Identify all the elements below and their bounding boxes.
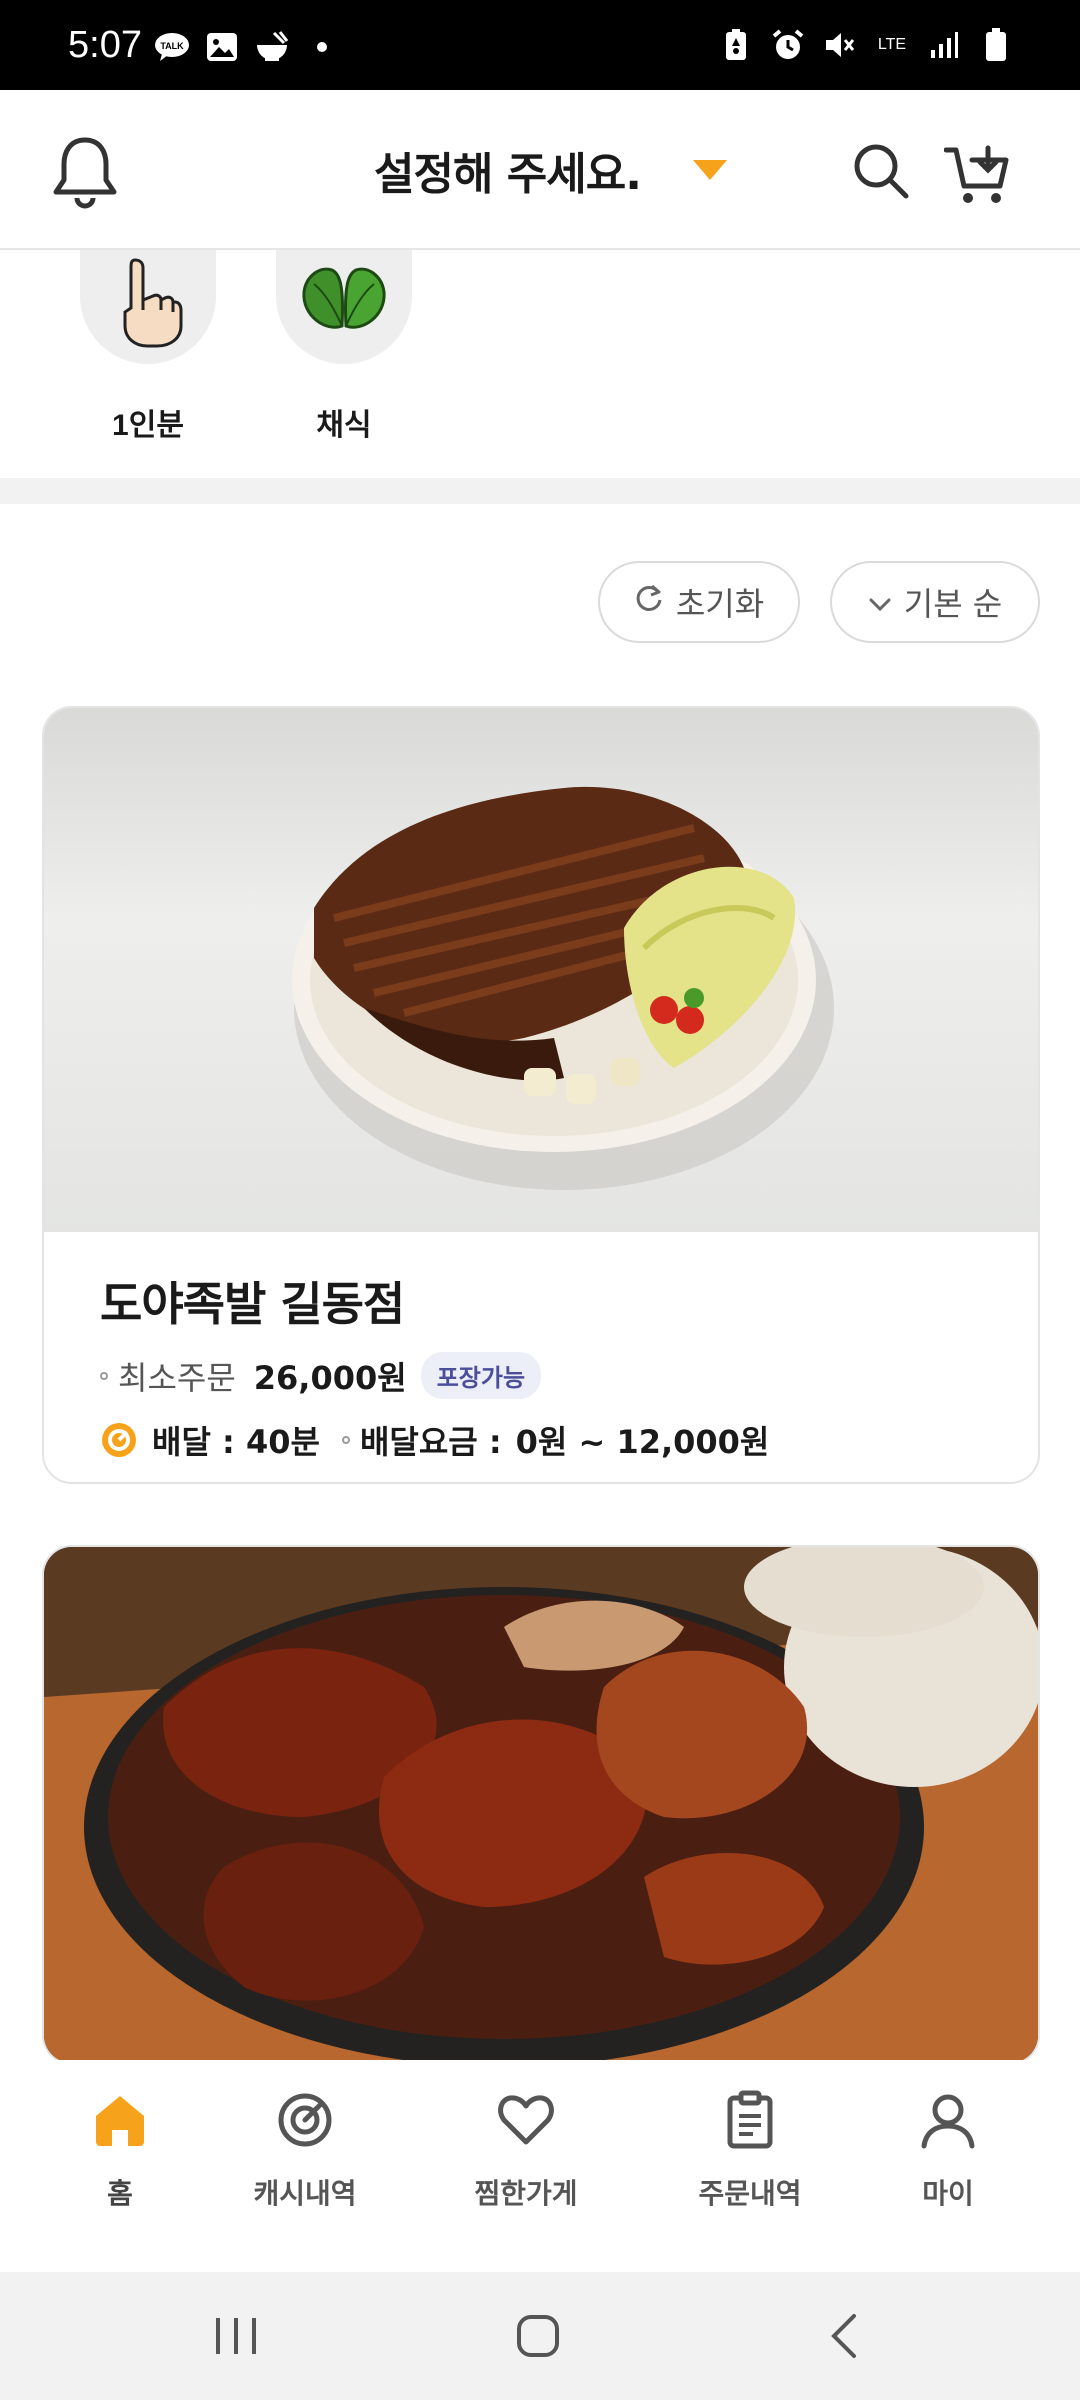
location-prompt: 설정해 주세요. [374,149,642,200]
cart-icon[interactable] [943,144,1010,206]
takeout-badge: 포장가능 [420,1352,542,1399]
category-1-serving[interactable]: 1인분 [78,250,218,444]
category-vegetarian[interactable]: 채식 [274,250,414,444]
back-icon[interactable] [820,2310,868,2362]
delivery-fee-label: 배달요금 : [359,1423,502,1461]
category-label: 채식 [316,409,372,442]
nav-label: 캐시내역 [253,2177,357,2210]
location-selector[interactable]: 설정해 주세요. [374,140,727,200]
gallery-icon [204,30,240,64]
home-button-icon[interactable] [514,2310,562,2362]
delivery-time: 배달 : 40분 [152,1423,320,1461]
food-bowl-icon [254,30,290,64]
delivery-clock-icon [100,1421,138,1459]
restaurant-photo [44,708,1038,1232]
nav-label: 마이 [922,2177,974,2210]
restaurant-card[interactable]: 도야족발 길동점 최소주문 26,000원 포장가능 배달 : 40분 배달요금… [42,706,1040,1484]
min-order-label: 최소주문 [118,1358,236,1397]
nav-order-history[interactable]: 주문내역 [660,2090,840,2212]
cash-history-icon [275,2090,335,2150]
caret-down-icon [692,160,727,180]
refresh-icon [634,583,664,621]
search-icon[interactable] [852,142,910,200]
restaurant-card[interactable] [42,1545,1040,2065]
alarm-icon [770,28,806,62]
nav-label: 홈 [107,2177,133,2210]
more-notifications-dot-icon [304,30,340,64]
clipboard-icon [720,2090,780,2150]
recent-apps-icon[interactable] [212,2310,260,2362]
restaurant-name: 도야족발 길동점 [100,1277,405,1331]
delivery-row: 배달 : 40분 배달요금 : 0원 ~ 12,000원 [100,1417,1038,1463]
status-bar: 5:07 TALK LTE [0,0,1080,90]
pointing-finger-icon [113,256,183,356]
min-order-value: 26,000원 [253,1358,407,1397]
network-type-label: LTE [877,36,907,53]
bell-icon[interactable] [50,134,120,210]
system-nav-bar [0,2272,1080,2400]
bullet-icon [100,1371,108,1380]
sort-dropdown-button[interactable]: 기본 순 [830,561,1040,643]
nav-home[interactable]: 홈 [30,2090,210,2212]
chevron-down-icon [868,583,892,621]
category-icon-bg [80,250,216,364]
nav-favorites[interactable]: 찜한가게 [436,2090,616,2212]
nav-label: 찜한가게 [474,2177,578,2210]
bottom-nav: 홈 캐시내역 찜한가게 주문내역 마이 [0,2060,1080,2272]
notification-icons: TALK [154,30,340,64]
battery-saver-icon [718,28,754,62]
mute-icon [822,28,858,62]
nav-label: 주문내역 [698,2177,802,2210]
heart-icon [496,2090,556,2150]
talk-icon: TALK [154,30,190,64]
leaf-icon [296,256,392,342]
person-icon [918,2090,978,2150]
sort-label: 기본 순 [903,585,1003,623]
reset-label: 초기화 [675,585,765,623]
delivery-fee-value: 0원 ~ 12,000원 [515,1423,770,1461]
reset-filter-button[interactable]: 초기화 [598,561,800,643]
bullet-icon [341,1436,350,1444]
restaurant-photo [44,1547,1038,2063]
battery-icon [978,28,1014,62]
status-time: 5:07 [68,24,142,66]
restaurant-info: 도야족발 길동점 최소주문 26,000원 포장가능 배달 : 40분 배달요금… [44,1232,1038,1463]
nav-my[interactable]: 마이 [858,2090,1038,2212]
category-row: 1인분 채식 [0,250,1080,478]
signal-icon [926,28,962,62]
svg-text:TALK: TALK [160,41,184,51]
min-order-row: 최소주문 26,000원 포장가능 [100,1352,1038,1399]
category-icon-bg [276,250,412,364]
nav-cash-history[interactable]: 캐시내역 [215,2090,395,2212]
home-icon [90,2090,150,2150]
category-label: 1인분 [112,409,184,442]
system-status-icons: LTE [718,28,1014,62]
app-header: 설정해 주세요. [0,90,1080,250]
section-divider [0,478,1080,504]
